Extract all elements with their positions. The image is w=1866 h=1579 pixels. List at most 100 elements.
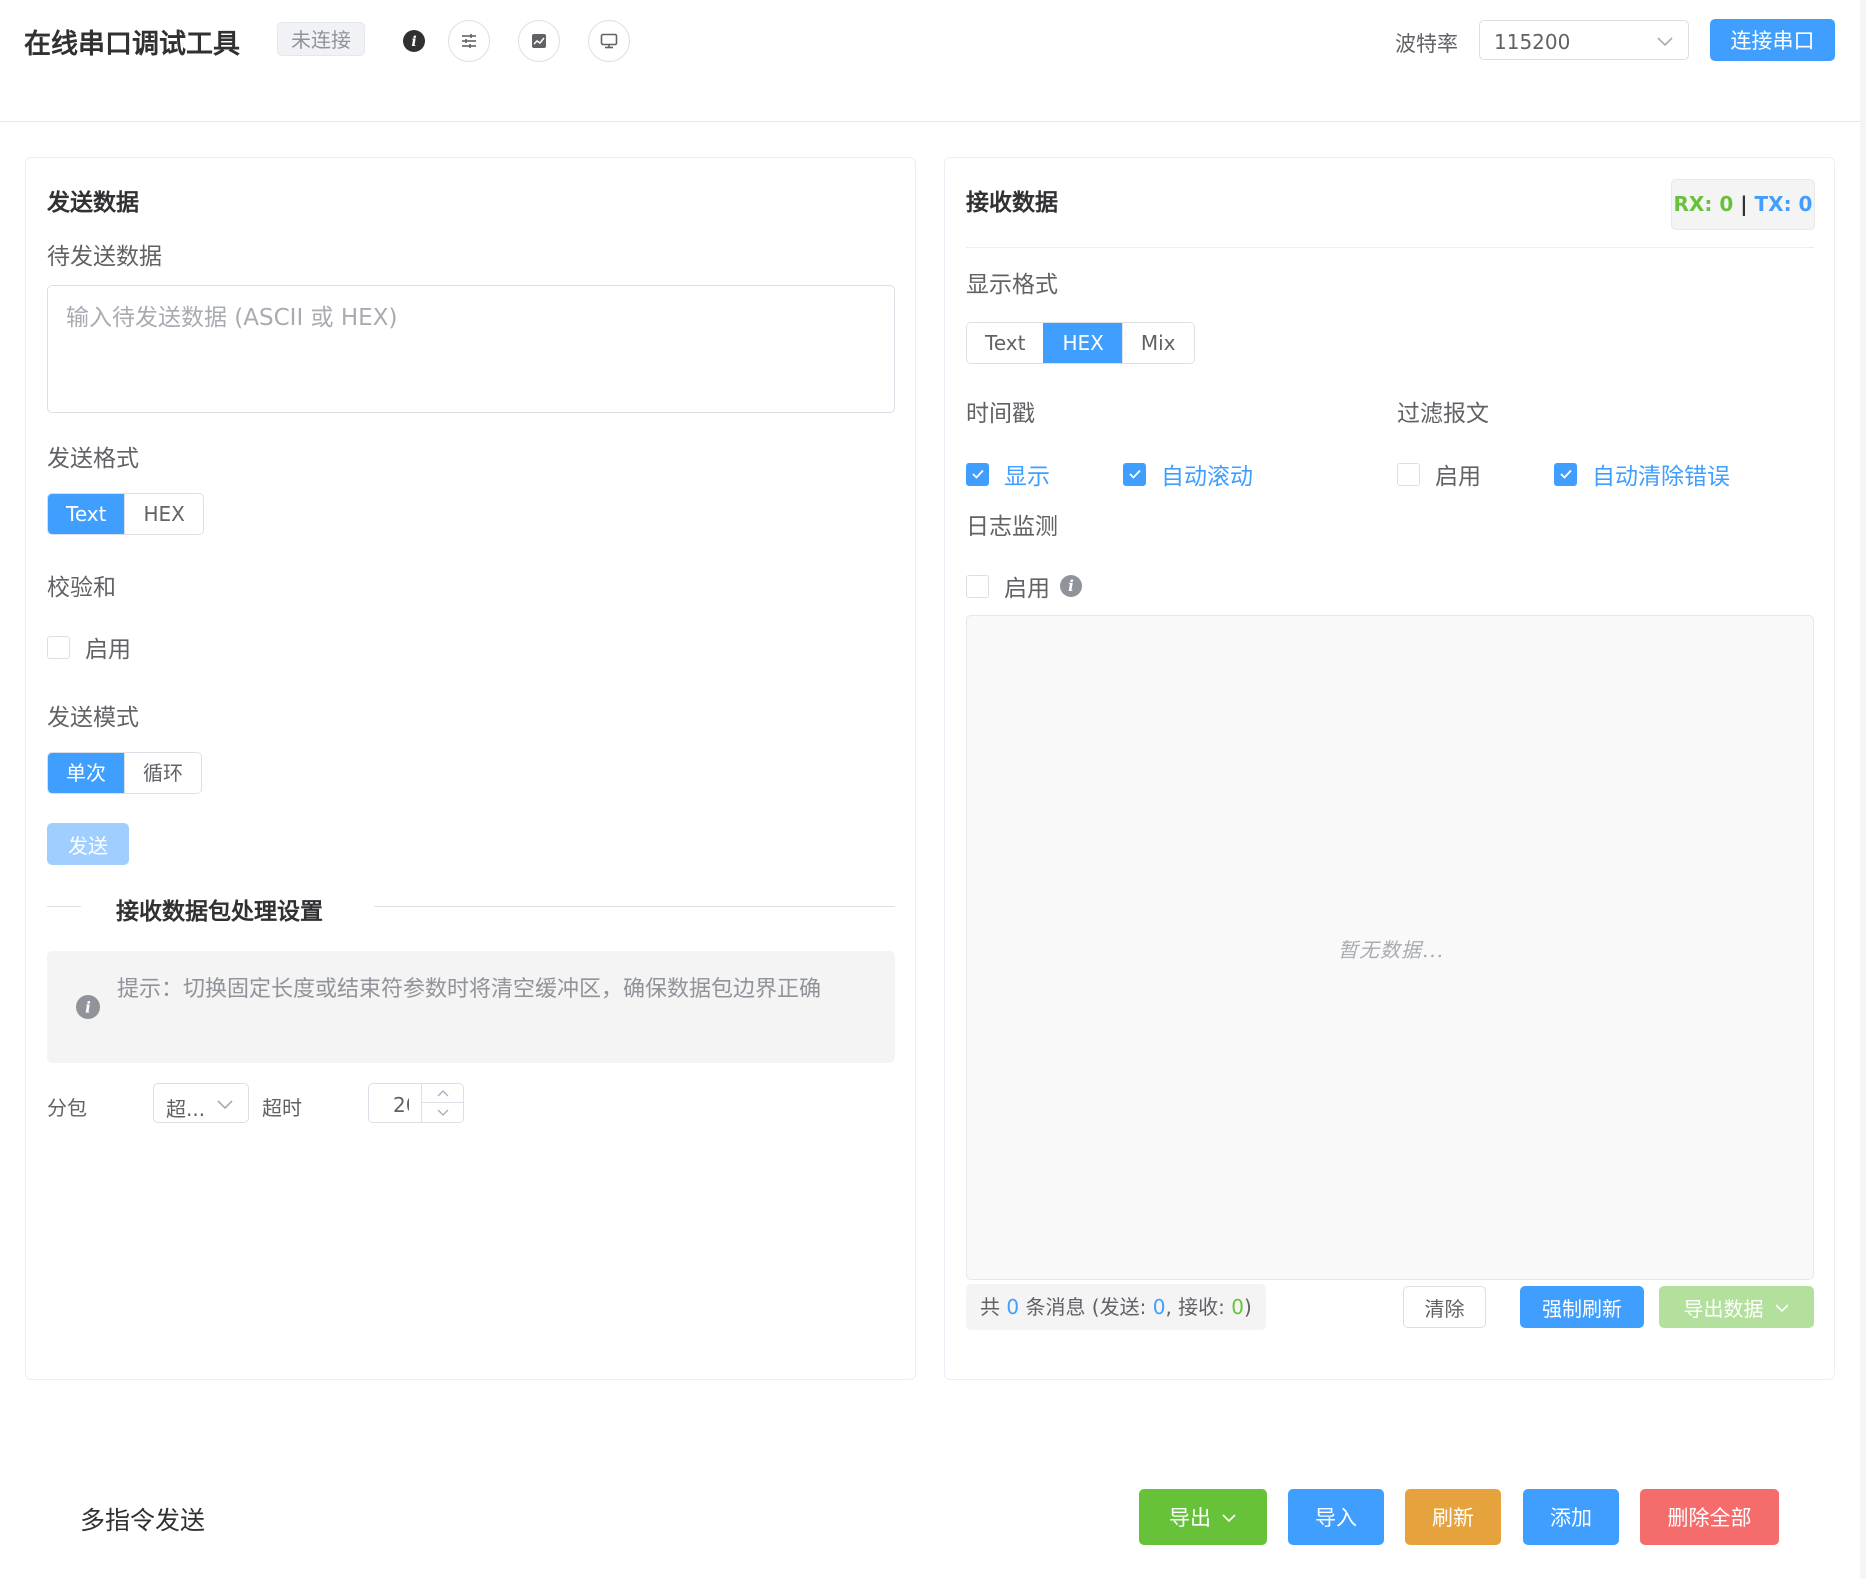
timeout-label: 超时: [262, 1096, 302, 1120]
checkbox-box: [1397, 462, 1420, 486]
footer-delete-all-button[interactable]: 删除全部: [1640, 1489, 1779, 1545]
display-format-hex[interactable]: HEX: [1043, 323, 1122, 363]
tip-text: 提示：切换固定长度或结束符参数时将清空缓冲区，确保数据包边界正确: [117, 977, 822, 1002]
send-mode-label: 发送模式: [47, 705, 139, 731]
send-format-label: 发送格式: [47, 446, 139, 472]
send-data-textarea[interactable]: 输入待发送数据 (ASCII 或 HEX): [47, 285, 895, 413]
summary-prefix: 共: [980, 1295, 1000, 1319]
packet-settings-divider: 接收数据包处理设置: [116, 899, 323, 925]
summary-recv-label: , 接收:: [1165, 1295, 1225, 1319]
summary-total: 0: [1006, 1295, 1020, 1319]
log-monitor-enable-checkbox[interactable]: 启用 i: [966, 569, 1082, 603]
pending-data-label: 待发送数据: [47, 244, 162, 270]
multi-command-title: 多指令发送: [80, 1506, 206, 1535]
display-format-text[interactable]: Text: [967, 323, 1044, 363]
display-format-label: 显示格式: [966, 272, 1058, 298]
received-data-area[interactable]: 暂无数据...: [966, 615, 1814, 1280]
filter-label: 过滤报文: [1397, 401, 1489, 427]
split-value: 超...: [166, 1097, 206, 1121]
auto-clear-error-checkbox[interactable]: 自动清除错误: [1554, 457, 1730, 491]
send-data-card: 发送数据 待发送数据 输入待发送数据 (ASCII 或 HEX) 发送格式 Te…: [25, 157, 916, 1380]
checkbox-box: [1554, 462, 1577, 486]
receive-card-title: 接收数据: [966, 190, 1058, 216]
decrease-icon[interactable]: [422, 1103, 463, 1122]
footer-refresh-button[interactable]: 刷新: [1405, 1489, 1501, 1545]
checkbox-box: [966, 574, 989, 598]
checkbox-box: [47, 635, 70, 659]
checksum-enable-checkbox[interactable]: 启用: [47, 630, 131, 664]
checkbox-label: 自动滚动: [1161, 464, 1253, 490]
header-separator: [966, 247, 1814, 248]
send-format-hex[interactable]: HEX: [124, 494, 203, 534]
chart-icon[interactable]: [518, 20, 560, 62]
export-data-label: 导出数据: [1683, 1296, 1764, 1321]
summary-received: 0: [1231, 1295, 1244, 1319]
checkbox-label: 启用: [1435, 464, 1481, 490]
chevron-down-icon: [216, 1096, 234, 1115]
timestamp-label: 时间戳: [966, 401, 1035, 427]
auto-scroll-checkbox[interactable]: 自动滚动: [1123, 457, 1253, 491]
export-data-button[interactable]: 导出数据: [1659, 1286, 1814, 1328]
checkbox-label: 自动清除错误: [1592, 464, 1730, 490]
divider-left: [47, 906, 81, 907]
send-mode-loop[interactable]: 循环: [124, 753, 201, 793]
clear-button[interactable]: 清除: [1403, 1286, 1486, 1328]
rx-tx-counter: RX: 0 | TX: 0: [1671, 179, 1815, 230]
send-mode-single[interactable]: 单次: [48, 753, 124, 793]
rx-count: 0: [1719, 192, 1734, 216]
number-steps: [421, 1084, 463, 1122]
message-summary: 共 0 条消息 (发送: 0, 接收: 0): [966, 1284, 1266, 1330]
timeout-number-input[interactable]: 20: [368, 1083, 464, 1123]
footer-export-button[interactable]: 导出: [1139, 1489, 1267, 1545]
checkbox-label: 显示: [1004, 464, 1050, 490]
tx-count: 0: [1798, 192, 1813, 216]
summary-end: ): [1244, 1295, 1252, 1319]
tx-label: TX:: [1754, 192, 1792, 216]
checkbox-box: [966, 462, 989, 486]
rx-label: RX:: [1673, 192, 1713, 216]
app-title: 在线串口调试工具: [24, 29, 240, 60]
send-mode-group: 单次 循环: [47, 752, 202, 794]
settings-sliders-icon[interactable]: [448, 20, 490, 62]
baud-rate-label: 波特率: [1395, 32, 1458, 56]
filter-enable-checkbox[interactable]: 启用: [1397, 457, 1481, 491]
send-format-text[interactable]: Text: [48, 494, 125, 534]
footer-add-button[interactable]: 添加: [1523, 1489, 1619, 1545]
tip-alert: i 提示：切换固定长度或结束符参数时将清空缓冲区，确保数据包边界正确: [47, 951, 895, 1063]
send-button[interactable]: 发送: [47, 823, 129, 865]
increase-icon[interactable]: [422, 1084, 463, 1103]
page-scrollbar[interactable]: [1860, 0, 1866, 1579]
send-format-group: Text HEX: [47, 493, 204, 535]
checkbox-label: 启用: [85, 637, 131, 663]
timestamp-show-checkbox[interactable]: 显示: [966, 457, 1050, 491]
summary-mid: 条消息 (发送:: [1025, 1295, 1147, 1319]
connect-serial-button[interactable]: 连接串口: [1710, 19, 1835, 61]
send-card-title: 发送数据: [47, 190, 139, 216]
connection-status-badge: 未连接: [277, 22, 365, 56]
chevron-down-icon: [1221, 1505, 1237, 1529]
force-refresh-button[interactable]: 强制刷新: [1520, 1286, 1644, 1328]
info-icon[interactable]: i: [1060, 575, 1082, 597]
info-icon[interactable]: i: [393, 20, 435, 62]
svg-text:i: i: [411, 34, 416, 50]
baud-rate-select[interactable]: 115200: [1479, 20, 1689, 60]
baud-rate-value: 115200: [1494, 30, 1571, 54]
timeout-value: 20: [393, 1093, 409, 1117]
footer-import-button[interactable]: 导入: [1288, 1489, 1384, 1545]
chevron-down-icon: [1656, 33, 1674, 52]
split-select[interactable]: 超...: [153, 1083, 249, 1123]
display-format-mix[interactable]: Mix: [1121, 323, 1194, 363]
chevron-down-icon: [1774, 1295, 1790, 1319]
checkbox-label: 启用: [1004, 576, 1050, 602]
svg-text:i: i: [85, 999, 91, 1017]
monitor-icon[interactable]: [588, 20, 630, 62]
log-monitor-label: 日志监测: [966, 514, 1058, 540]
info-circle-icon: i: [75, 994, 101, 1024]
top-header: 在线串口调试工具 未连接 i 波特率 115200 连接串口: [0, 0, 1866, 122]
receive-data-card: 接收数据 RX: 0 | TX: 0 显示格式 Text HEX Mix 时间戳…: [944, 157, 1835, 1380]
checksum-label: 校验和: [47, 575, 116, 601]
divider-right: [374, 906, 895, 907]
checkbox-box: [1123, 462, 1146, 486]
summary-sent: 0: [1152, 1295, 1166, 1319]
empty-placeholder: 暂无数据...: [1337, 938, 1445, 962]
